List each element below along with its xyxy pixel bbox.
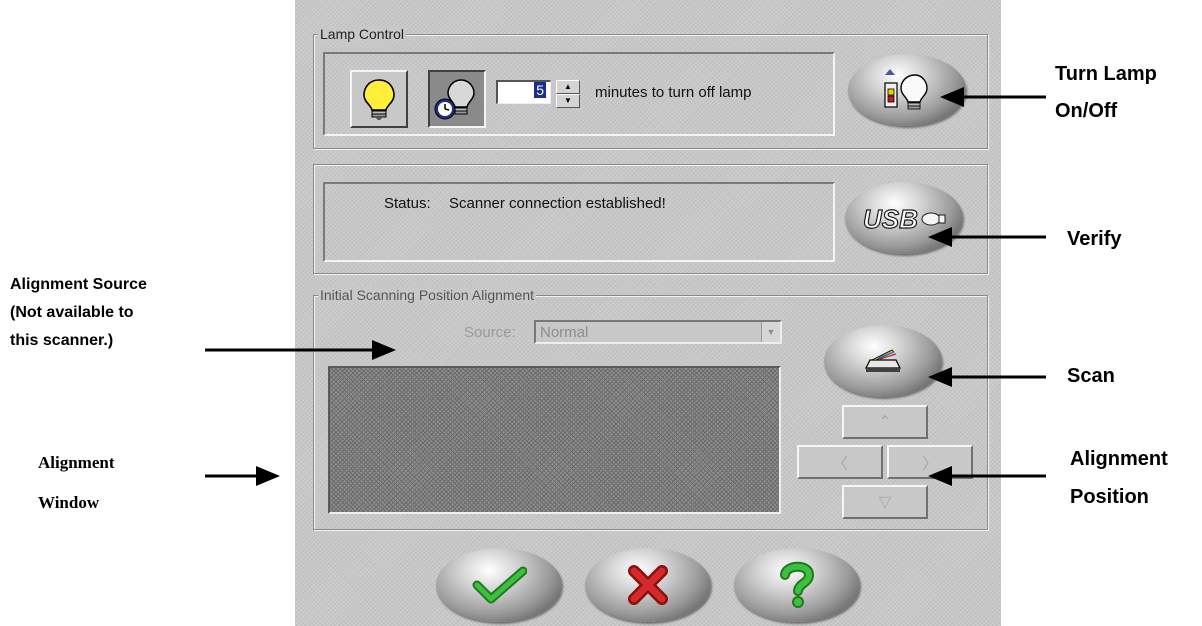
- arrowhead-alignment-window: [256, 466, 280, 486]
- arrowhead-alignment-source: [372, 340, 396, 360]
- arrowhead-turn-lamp: [940, 87, 964, 107]
- arrowhead-alignment-position: [928, 466, 952, 486]
- arrowhead-scan: [928, 367, 952, 387]
- annotation-arrows: [205, 87, 1046, 486]
- arrowhead-verify: [928, 227, 952, 247]
